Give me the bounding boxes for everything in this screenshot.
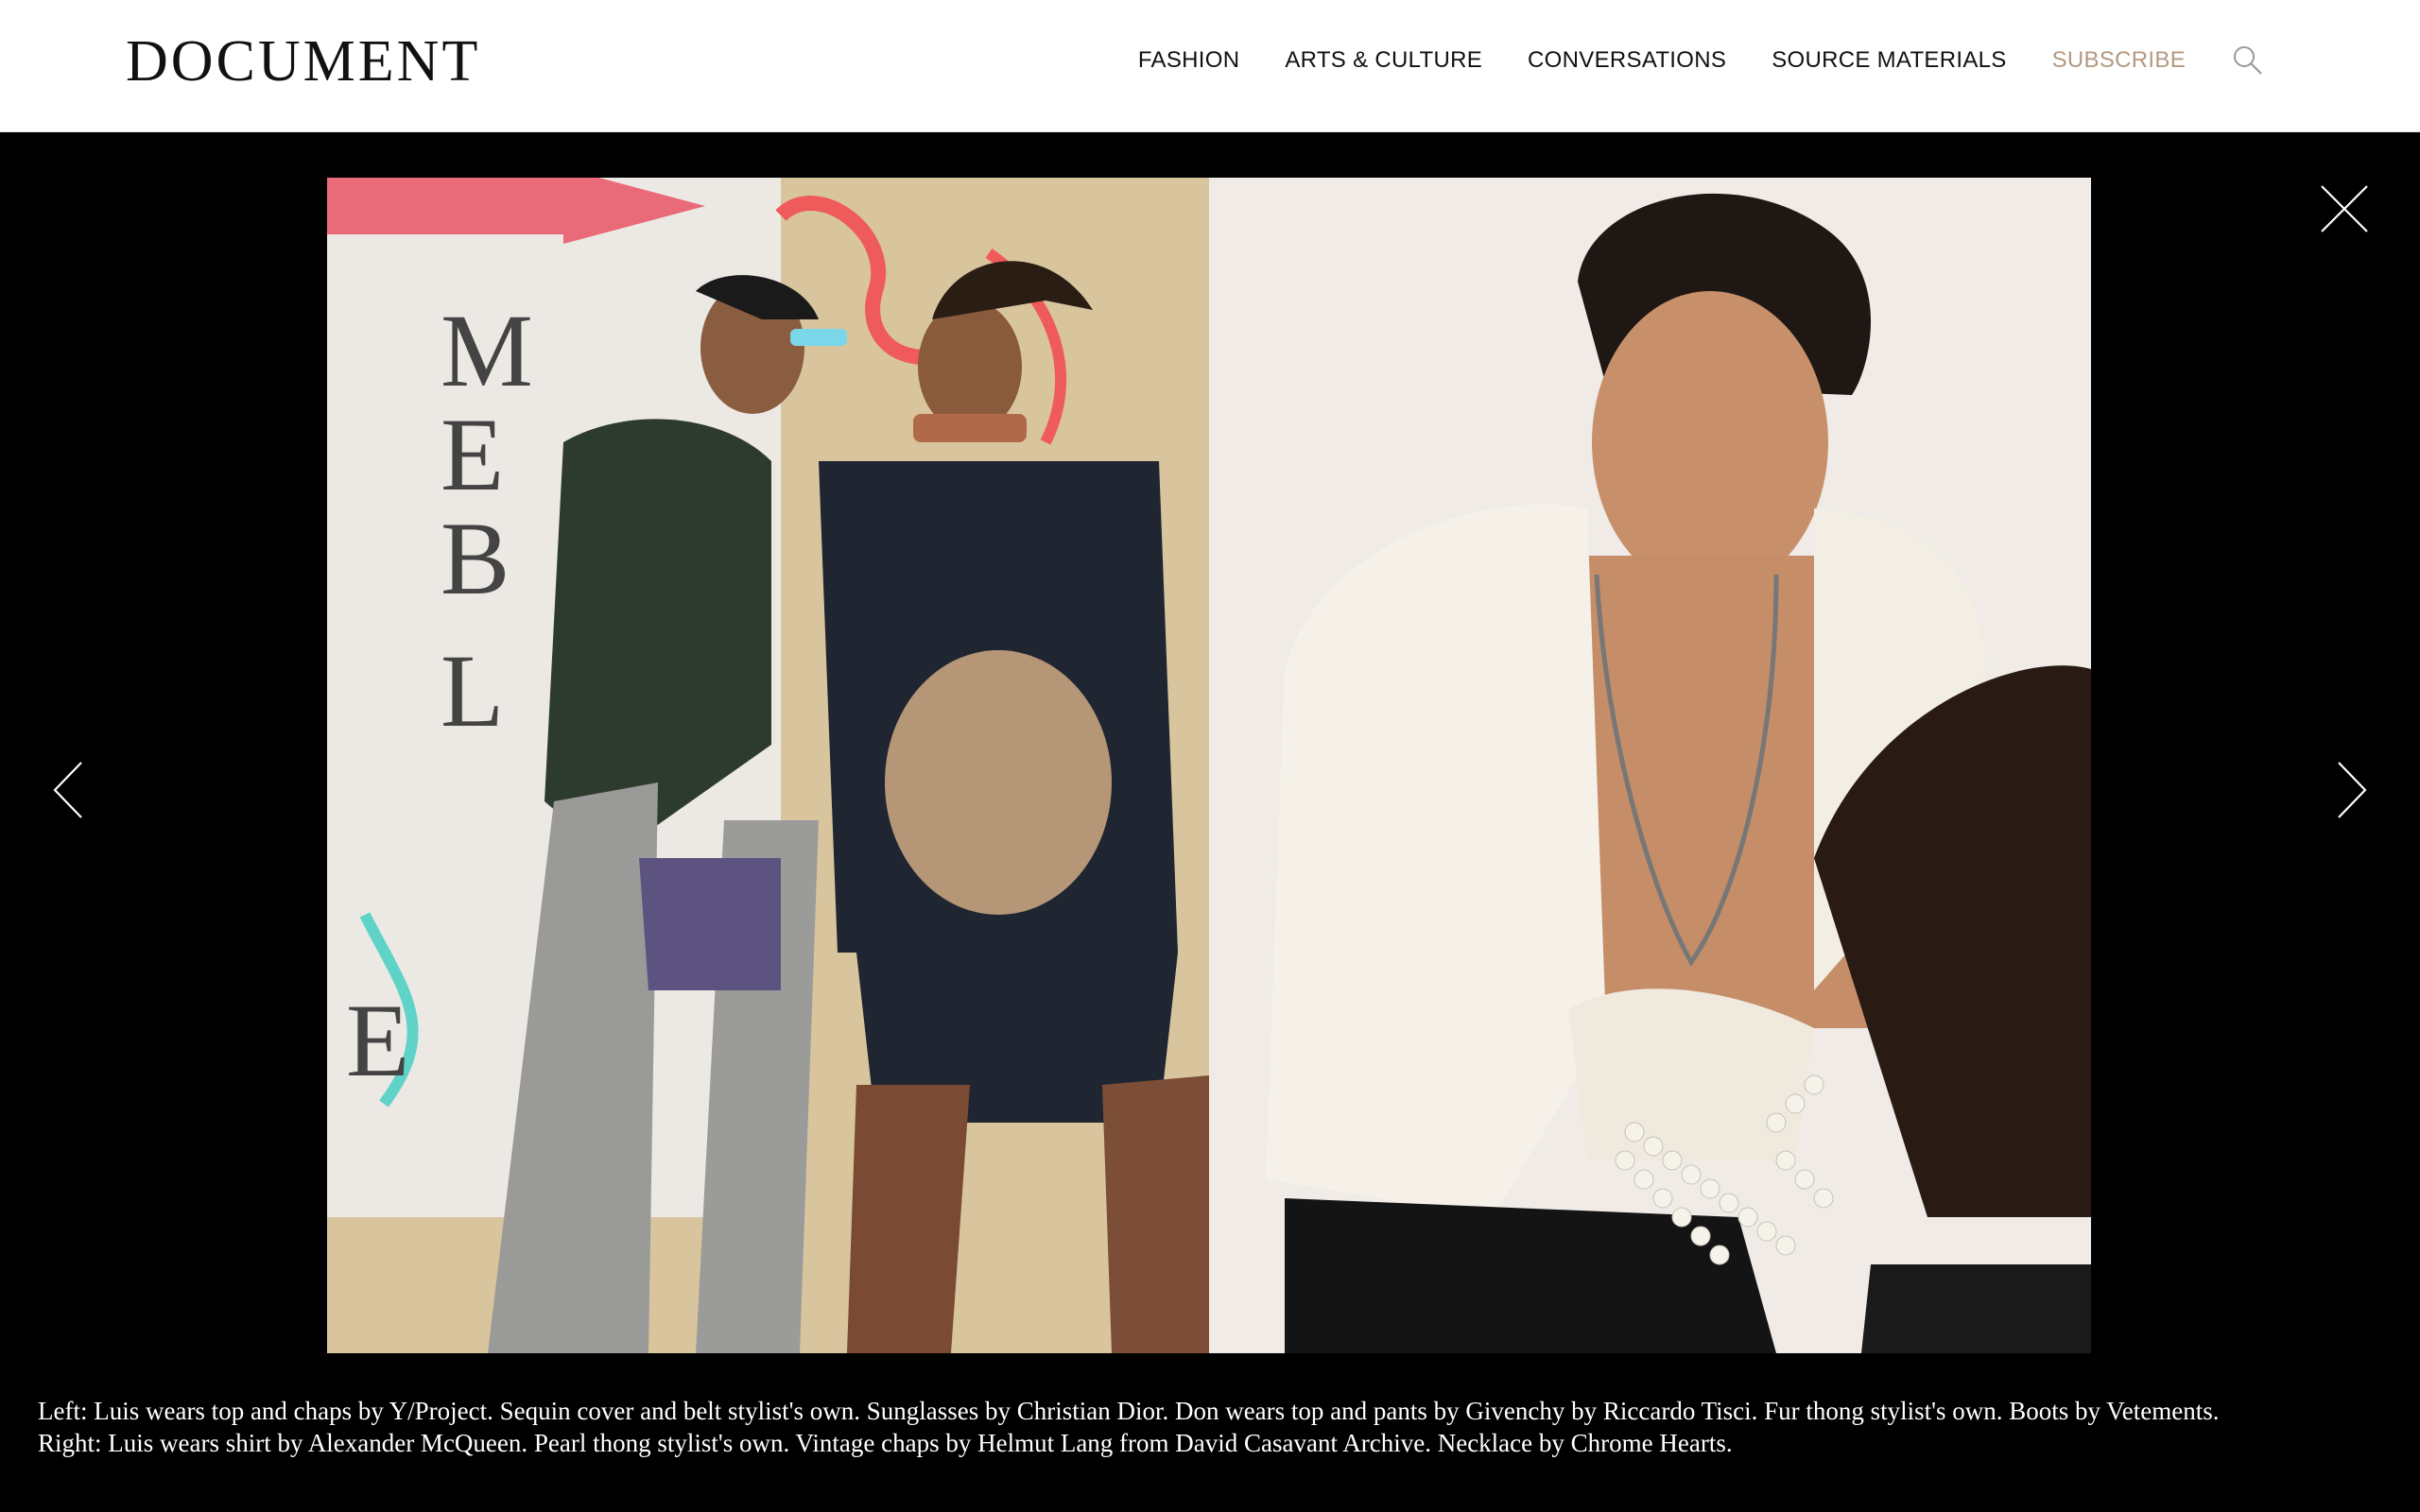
- svg-text:M: M: [441, 293, 533, 408]
- site-logo[interactable]: DOCUMENT: [126, 28, 480, 94]
- svg-text:B: B: [441, 501, 510, 616]
- photo-spread: M E B L E: [327, 178, 2091, 1353]
- caption-right: Right: Luis wears shirt by Alexander McQ…: [38, 1429, 1733, 1457]
- chevron-left-icon[interactable]: [49, 757, 87, 823]
- nav-subscribe[interactable]: SUBSCRIBE: [2052, 47, 2186, 74]
- image-caption: Left: Luis wears top and chaps by Y/Proj…: [38, 1395, 2344, 1459]
- right-photo: [1209, 178, 2091, 1353]
- site-header: DOCUMENT FASHION ARTS & CULTURE CONVERSA…: [0, 0, 2420, 132]
- nav-conversations[interactable]: CONVERSATIONS: [1528, 47, 1726, 74]
- main-nav: FASHION ARTS & CULTURE CONVERSATIONS SOU…: [1138, 0, 2420, 121]
- image-lightbox: M E B L E Left: Luis wears top and chaps…: [0, 133, 2420, 1512]
- close-icon[interactable]: [2318, 182, 2371, 235]
- svg-text:E: E: [346, 983, 409, 1098]
- chevron-right-icon[interactable]: [2333, 757, 2371, 823]
- left-photo: M E B L E: [327, 178, 1209, 1353]
- svg-text:L: L: [441, 633, 504, 748]
- search-icon[interactable]: [2231, 43, 2265, 77]
- svg-text:E: E: [441, 397, 504, 512]
- caption-left: Left: Luis wears top and chaps by Y/Proj…: [38, 1397, 2220, 1425]
- nav-fashion[interactable]: FASHION: [1138, 47, 1239, 74]
- nav-arts-culture[interactable]: ARTS & CULTURE: [1285, 47, 1482, 74]
- nav-source-materials[interactable]: SOURCE MATERIALS: [1772, 47, 2006, 74]
